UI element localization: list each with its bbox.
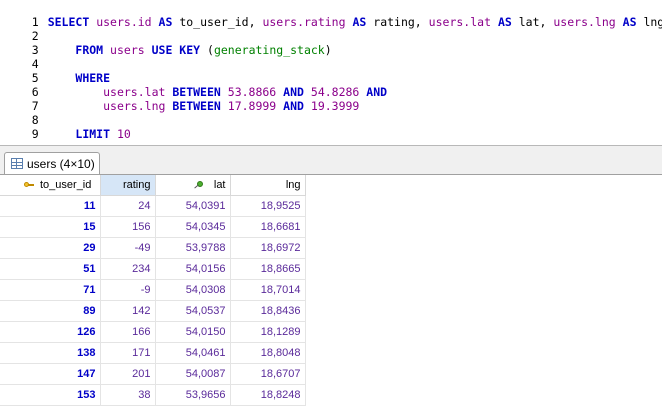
table-row[interactable]: 71 -9 54,0308 18,7014 xyxy=(0,279,306,301)
code-line-8[interactable]: 8 xyxy=(0,99,662,127)
column-header-label: to_user_id xyxy=(40,179,92,191)
cell-lng[interactable]: 18,8048 xyxy=(230,342,306,364)
cell-to-user-id[interactable]: 126 xyxy=(0,321,101,343)
table-row[interactable]: 126 166 54,0150 18,1289 xyxy=(0,321,306,343)
cell-rating[interactable]: 24 xyxy=(100,195,156,217)
cell-lat[interactable]: 54,0345 xyxy=(155,216,231,238)
sql-editor[interactable]: 1 SELECT users.id AS to_user_id, users.ra… xyxy=(0,0,662,145)
cell-to-user-id[interactable]: 51 xyxy=(0,258,101,280)
table-row[interactable]: 147 201 54,0087 18,6707 xyxy=(0,363,306,385)
table-row[interactable]: 29 -49 53,9788 18,6972 xyxy=(0,237,306,259)
table-row[interactable]: 15 156 54,0345 18,6681 xyxy=(0,216,306,238)
cell-lng[interactable]: 18,6707 xyxy=(230,363,306,385)
cell-lat[interactable]: 54,0391 xyxy=(155,195,231,217)
table-row[interactable]: 89 142 54,0537 18,8436 xyxy=(0,300,306,322)
number-literal: 10 xyxy=(116,127,131,141)
cell-lng[interactable]: 18,1289 xyxy=(230,321,306,343)
column-header-rating[interactable]: rating xyxy=(100,175,156,196)
column-header-to-user-id[interactable]: to_user_id xyxy=(0,175,101,196)
cell-lng[interactable]: 18,8436 xyxy=(230,300,306,322)
code-line-7[interactable]: 7 users.lng BETWEEN 17.8999 AND 19.3999 xyxy=(0,85,662,113)
cell-lat[interactable]: 54,0537 xyxy=(155,300,231,322)
code-line-5[interactable]: 5 WHERE xyxy=(0,57,662,85)
table-row[interactable]: 138 171 54,0461 18,8048 xyxy=(0,342,306,364)
cell-rating[interactable]: -9 xyxy=(100,279,156,301)
result-tab-label: users (4×10) xyxy=(27,157,95,171)
cell-lat[interactable]: 54,0308 xyxy=(155,279,231,301)
cell-to-user-id[interactable]: 153 xyxy=(0,384,101,406)
cell-lat[interactable]: 54,0156 xyxy=(155,258,231,280)
pin-icon xyxy=(194,181,204,189)
table-body: 11 24 54,0391 18,9525 15 156 54,0345 18,6681 29-… xyxy=(0,195,306,406)
cell-rating[interactable]: 166 xyxy=(100,321,156,343)
column-header-label: lat xyxy=(213,179,226,191)
result-table: to_user_id rating lat lng 11 24 54,0391 18,… xyxy=(0,175,306,406)
cell-lng[interactable]: 18,6972 xyxy=(230,237,306,259)
cell-lat[interactable]: 53,9788 xyxy=(155,237,231,259)
code-line-4[interactable]: 4 xyxy=(0,43,662,71)
table-row[interactable]: 11 24 54,0391 18,9525 xyxy=(0,195,306,217)
cell-rating[interactable]: 156 xyxy=(100,216,156,238)
key-icon xyxy=(24,182,34,188)
line-number: 9 xyxy=(31,127,39,141)
cell-to-user-id[interactable]: 71 xyxy=(0,279,101,301)
cell-lng[interactable]: 18,8665 xyxy=(230,258,306,280)
header-row: to_user_id rating lat lng xyxy=(0,175,306,196)
cell-to-user-id[interactable]: 147 xyxy=(0,363,101,385)
cell-lat[interactable]: 54,0461 xyxy=(155,342,231,364)
cell-lng[interactable]: 18,6681 xyxy=(230,216,306,238)
cell-rating[interactable]: -49 xyxy=(100,237,156,259)
result-tab-strip: users (4×10) xyxy=(0,146,662,175)
cell-to-user-id[interactable]: 29 xyxy=(0,237,101,259)
column-header-lng[interactable]: lng xyxy=(230,175,306,196)
cell-lng[interactable]: 18,9525 xyxy=(230,195,306,217)
cell-rating[interactable]: 38 xyxy=(100,384,156,406)
code-line-1[interactable]: 1 SELECT users.id AS to_user_id, users.ra… xyxy=(0,1,662,29)
result-grid[interactable]: to_user_id rating lat lng 11 24 54,0391 18,… xyxy=(0,175,662,406)
cell-lng[interactable]: 18,8248 xyxy=(230,384,306,406)
code-line-2[interactable]: 2 xyxy=(0,15,662,43)
cell-lat[interactable]: 54,0087 xyxy=(155,363,231,385)
grid-icon xyxy=(11,158,23,169)
cell-lat[interactable]: 53,9656 xyxy=(155,384,231,406)
cell-to-user-id[interactable]: 11 xyxy=(0,195,101,217)
cell-lng[interactable]: 18,7014 xyxy=(230,279,306,301)
table-row[interactable]: 51 234 54,0156 18,8665 xyxy=(0,258,306,280)
column-header-label: rating xyxy=(122,179,151,191)
cell-rating[interactable]: 171 xyxy=(100,342,156,364)
table-row[interactable]: 153 38 53,9656 18,8248 xyxy=(0,384,306,406)
cell-lat[interactable]: 54,0150 xyxy=(155,321,231,343)
code-line-9[interactable]: 9 LIMIT 10 xyxy=(0,113,662,141)
cell-to-user-id[interactable]: 15 xyxy=(0,216,101,238)
cell-rating[interactable]: 142 xyxy=(100,300,156,322)
column-header-label: lng xyxy=(285,179,301,191)
code-line-6[interactable]: 6 users.lat BETWEEN 53.8866 AND 54.8286 … xyxy=(0,71,662,99)
keyword-limit: LIMIT xyxy=(75,127,111,141)
result-tab-users[interactable]: users (4×10) xyxy=(4,152,100,174)
cell-to-user-id[interactable]: 138 xyxy=(0,342,101,364)
cell-rating[interactable]: 201 xyxy=(100,363,156,385)
cell-rating[interactable]: 234 xyxy=(100,258,156,280)
column-header-lat[interactable]: lat xyxy=(155,175,231,196)
code-line-3[interactable]: 3 FROM users USE KEY (generating_stack) xyxy=(0,29,662,57)
cell-to-user-id[interactable]: 89 xyxy=(0,300,101,322)
